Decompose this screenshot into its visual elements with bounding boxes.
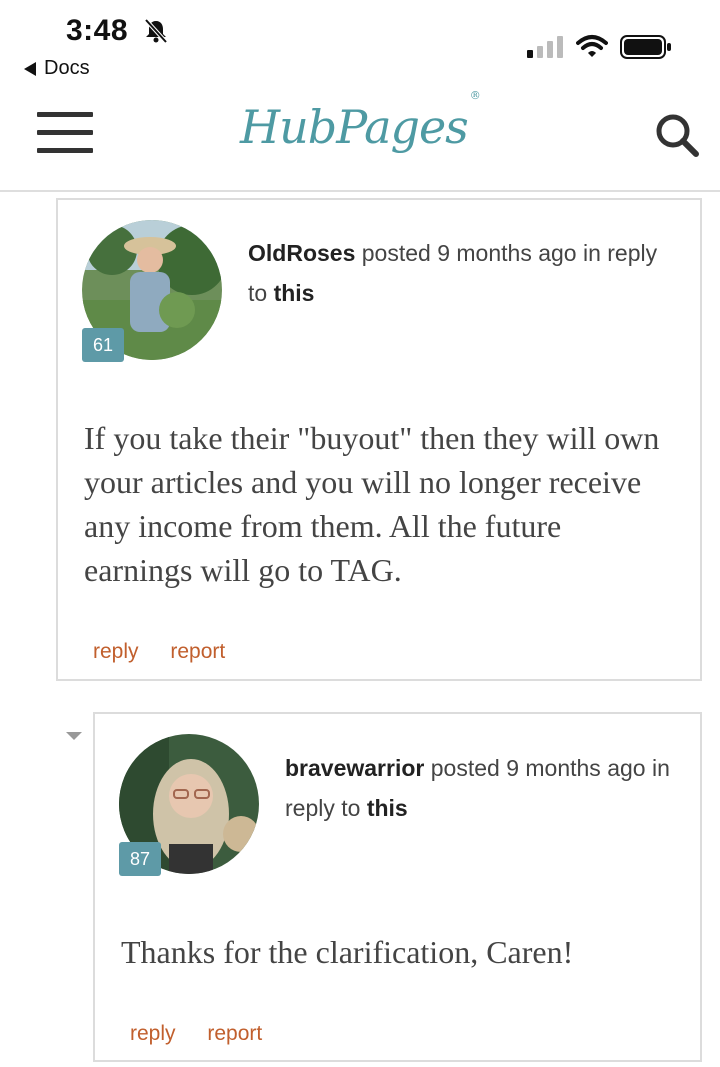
comment-author-link[interactable]: OldRoses bbox=[248, 240, 355, 266]
comment-avatar-wrap: 61 bbox=[82, 220, 222, 362]
comment-body: Thanks for the clarification, Caren! bbox=[121, 934, 574, 970]
report-link[interactable]: report bbox=[170, 640, 225, 663]
wifi-icon bbox=[576, 35, 608, 57]
search-icon[interactable] bbox=[654, 112, 700, 158]
back-to-docs-link[interactable]: Docs bbox=[24, 57, 90, 80]
collapse-thread-icon[interactable] bbox=[66, 732, 82, 740]
comment-avatar-wrap: 87 bbox=[119, 734, 259, 876]
hubpages-logo[interactable]: HubPages® bbox=[240, 89, 481, 154]
battery-icon bbox=[620, 35, 671, 59]
comment-card: 87 bravewarrior posted 9 months ago in r… bbox=[93, 712, 702, 1062]
comment-actions: reply report bbox=[93, 640, 251, 664]
reply-target-link[interactable]: this bbox=[274, 280, 315, 306]
cellular-signal-icon bbox=[527, 36, 563, 58]
comment-card: 61 OldRoses posted 9 months ago in reply… bbox=[56, 198, 702, 681]
comment-meta: bravewarrior posted 9 months ago in repl… bbox=[285, 748, 675, 828]
user-score-badge: 61 bbox=[82, 328, 124, 362]
reply-link[interactable]: reply bbox=[130, 1022, 176, 1045]
comment-author-link[interactable]: bravewarrior bbox=[285, 755, 424, 781]
bell-muted-icon bbox=[144, 18, 168, 44]
hamburger-menu-icon[interactable] bbox=[37, 112, 93, 154]
reply-link[interactable]: reply bbox=[93, 640, 139, 663]
site-header: HubPages® bbox=[0, 89, 720, 192]
comment-actions: reply report bbox=[130, 1022, 288, 1046]
comment-meta: OldRoses posted 9 months ago in reply to… bbox=[248, 233, 668, 313]
status-bar: 3:48 Docs bbox=[0, 0, 720, 90]
comment-body: If you take their "buyout" then they wil… bbox=[84, 420, 660, 588]
user-score-badge: 87 bbox=[119, 842, 161, 876]
back-link-label: Docs bbox=[44, 57, 90, 79]
status-time: 3:48 bbox=[66, 14, 129, 47]
registered-mark: ® bbox=[469, 88, 481, 102]
reply-target-link[interactable]: this bbox=[367, 795, 408, 821]
report-link[interactable]: report bbox=[207, 1022, 262, 1045]
back-arrow-icon bbox=[24, 61, 36, 76]
